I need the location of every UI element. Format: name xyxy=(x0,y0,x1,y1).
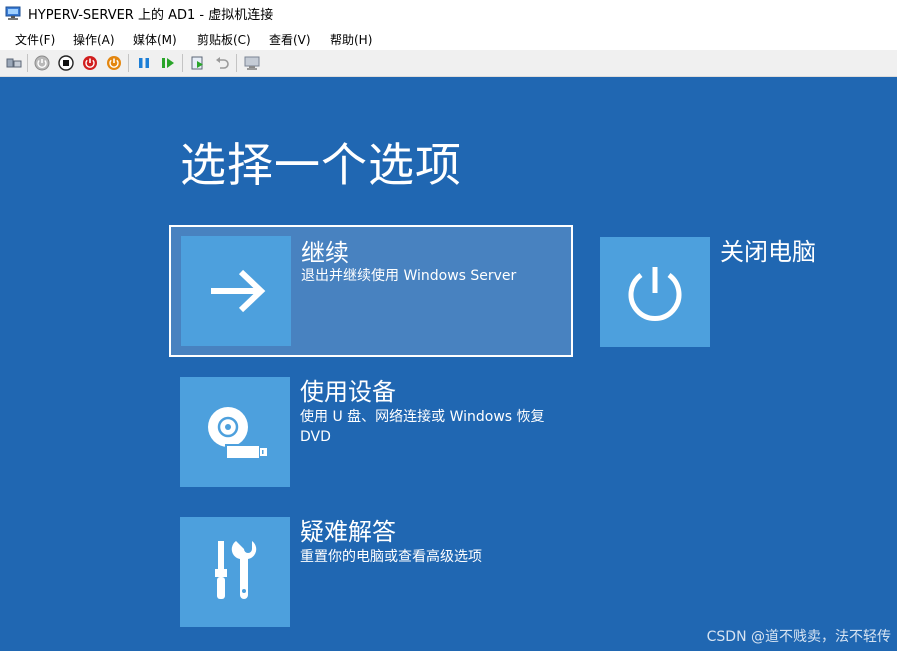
option-description: 重置你的电脑或查看高级选项 xyxy=(300,549,482,565)
page-title: 选择一个选项 xyxy=(180,138,462,192)
toolbar xyxy=(0,50,897,77)
window-title: HYPERV-SERVER 上的 AD1 - 虚拟机连接 xyxy=(28,8,274,23)
vm-connection-icon xyxy=(5,5,21,21)
menu-action[interactable]: 操作(A) xyxy=(73,31,115,48)
turn-off-icon[interactable] xyxy=(57,54,75,72)
option-title: 疑难解答 xyxy=(300,518,396,546)
toolbar-separator xyxy=(182,54,183,72)
menu-clipboard[interactable]: 剪贴板(C) xyxy=(197,31,251,48)
disc-usb-icon xyxy=(180,377,290,487)
pause-icon[interactable] xyxy=(135,54,153,72)
recovery-screen: 选择一个选项 继续 退出并继续使用 Windows Server 关闭电脑 使用… xyxy=(0,77,897,651)
menu-help[interactable]: 帮助(H) xyxy=(330,31,372,48)
option-troubleshoot[interactable]: 疑难解答 重置你的电脑或查看高级选项 xyxy=(180,517,570,627)
shutdown-icon[interactable] xyxy=(81,54,99,72)
toolbar-separator xyxy=(128,54,129,72)
option-description: 使用 U 盘、网络连接或 Windows 恢复 DVD xyxy=(300,409,545,445)
option-continue[interactable]: 继续 退出并继续使用 Windows Server xyxy=(169,225,573,357)
toolbar-separator xyxy=(27,54,28,72)
revert-icon[interactable] xyxy=(213,54,231,72)
enhanced-session-icon[interactable] xyxy=(243,54,261,72)
menu-view[interactable]: 查看(V) xyxy=(269,31,311,48)
ctrl-alt-del-icon[interactable] xyxy=(5,54,23,72)
arrow-right-icon xyxy=(181,236,291,346)
start-icon[interactable] xyxy=(33,54,51,72)
option-description: 退出并继续使用 Windows Server xyxy=(301,268,517,284)
option-shutdown[interactable]: 关闭电脑 xyxy=(600,237,850,347)
watermark: CSDN @道不贱卖，法不轻传 xyxy=(706,629,891,645)
toolbar-separator xyxy=(236,54,237,72)
save-icon[interactable] xyxy=(105,54,123,72)
option-title: 继续 xyxy=(301,239,349,267)
title-bar: HYPERV-SERVER 上的 AD1 - 虚拟机连接 xyxy=(0,0,897,27)
resume-icon[interactable] xyxy=(159,54,177,72)
menu-file[interactable]: 文件(F) xyxy=(15,31,55,48)
option-title: 关闭电脑 xyxy=(720,238,816,266)
power-icon xyxy=(600,237,710,347)
menu-media[interactable]: 媒体(M) xyxy=(133,31,177,48)
menu-bar: 文件(F) 操作(A) 媒体(M) 剪贴板(C) 查看(V) 帮助(H) xyxy=(0,27,897,50)
option-use-device[interactable]: 使用设备 使用 U 盘、网络连接或 Windows 恢复 DVD xyxy=(180,377,570,487)
checkpoint-icon[interactable] xyxy=(189,54,207,72)
option-title: 使用设备 xyxy=(300,378,396,406)
tools-icon xyxy=(180,517,290,627)
